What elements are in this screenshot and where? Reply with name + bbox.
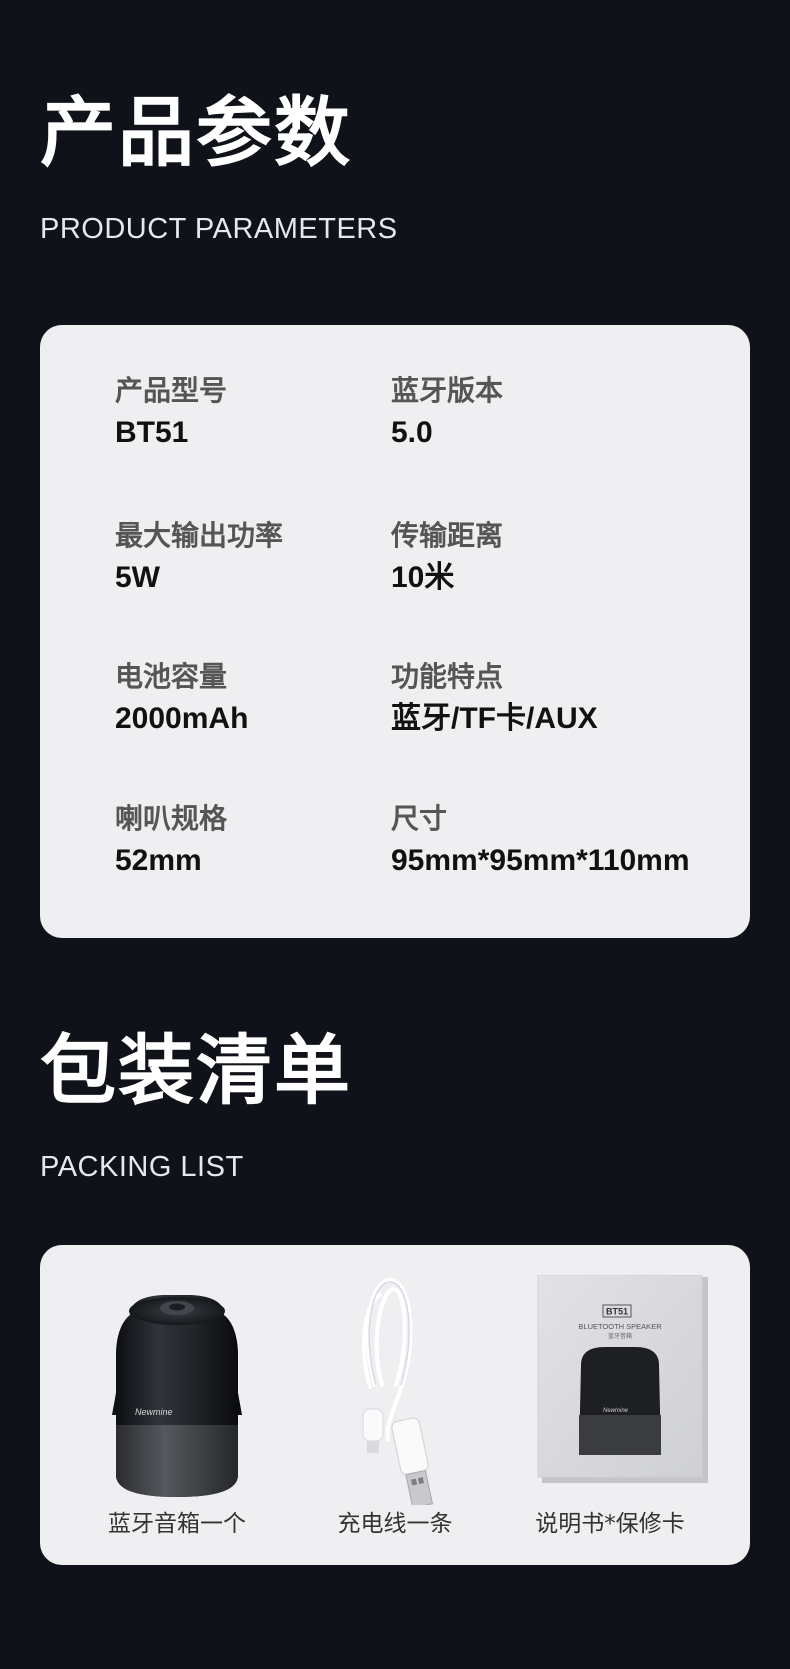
param-dimensions: 尺寸 95mm*95mm*110mm [391,805,690,876]
param-value: 2000mAh [115,702,249,735]
param-value: 52mm [115,844,202,877]
params-title: 产品参数 [40,88,352,177]
param-label: 蓝牙版本 [391,374,504,407]
param-transmission-range: 传输距离 10米 [391,522,503,593]
param-value: 蓝牙/TF卡/AUX [391,702,598,735]
speaker-icon: Newmine [112,1295,242,1497]
pack-item-cable: 充电线一条 [290,1275,500,1543]
param-value: BT51 [115,416,189,449]
packing-subtitle: PACKING LIST [40,1151,244,1183]
pack-item-speaker: Newmine 蓝牙音箱一个 [72,1275,282,1543]
manual-brand-text: Newmine [603,1408,629,1414]
param-value: 5.0 [391,416,433,449]
usb-cable-icon [362,1277,434,1505]
packing-card: Newmine 蓝牙音箱一个 充电线一条 BT51 BLUETOOTH SPEA… [40,1245,750,1565]
pack-item-manual: BT51 BLUETOOTH SPEAKER 蓝牙音箱 Newmine 说明书*… [505,1275,715,1543]
params-subtitle: PRODUCT PARAMETERS [40,213,398,245]
speaker-brand-text: Newmine [135,1407,173,1417]
param-value: 95mm*95mm*110mm [391,844,690,877]
param-label: 产品型号 [115,374,228,407]
param-label: 功能特点 [391,660,504,693]
manual-subtitle-cn-text: 蓝牙音箱 [608,1332,632,1340]
param-label: 电池容量 [115,660,228,693]
pack-label: 说明书*保修卡 [535,1511,685,1537]
param-value: 5W [115,561,160,594]
param-label: 传输距离 [391,519,504,552]
param-features: 功能特点 蓝牙/TF卡/AUX [391,663,598,734]
manual-subtitle-text: BLUETOOTH SPEAKER [578,1322,662,1331]
pack-label: 充电线一条 [337,1511,453,1537]
param-driver-size: 喇叭规格 52mm [115,805,227,876]
param-label: 喇叭规格 [115,802,228,835]
param-battery: 电池容量 2000mAh [115,663,248,734]
params-card: 产品型号 BT51 蓝牙版本 5.0 最大输出功率 5W 传输距离 10米 电池… [40,325,750,938]
manual-model-text: BT51 [606,1307,628,1317]
param-label: 尺寸 [391,802,448,835]
param-value: 10米 [391,561,455,594]
pack-label: 蓝牙音箱一个 [108,1511,246,1537]
param-bluetooth-version: 蓝牙版本 5.0 [391,377,503,448]
param-model: 产品型号 BT51 [115,377,227,448]
manual-icon: BT51 BLUETOOTH SPEAKER 蓝牙音箱 Newmine [537,1275,708,1483]
param-max-output: 最大输出功率 5W [115,522,283,593]
packing-title: 包装清单 [40,1026,352,1115]
param-label: 最大输出功率 [115,519,284,552]
